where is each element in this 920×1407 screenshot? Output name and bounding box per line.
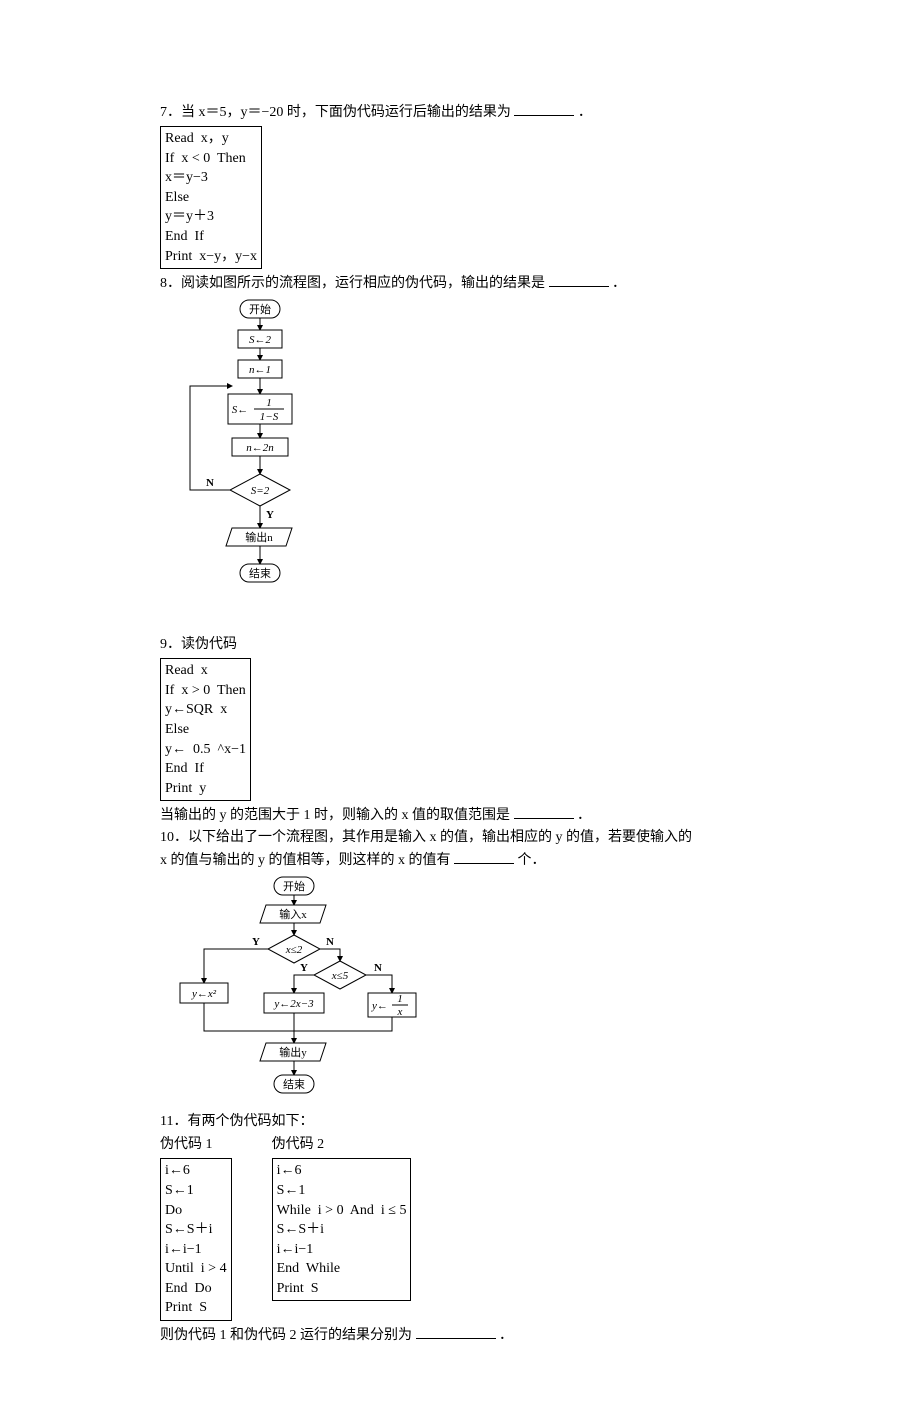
text: 当输出的 y 的范围大于 1 时，则输入的 x 值的取值范围是 [160,808,510,823]
svg-text:输出n: 输出n [245,530,273,544]
svg-text:Y: Y [300,962,308,974]
q10-prompt-b: x 的值与输出的 y 的值相等，则这样的 x 的值有 个． [160,849,760,871]
q7-blank[interactable] [514,101,574,116]
text: x 的值与输出的 y 的值相等，则这样的 x 的值有 [160,853,451,868]
text: 7．当 x＝5，y＝−20 时，下面伪代码运行后输出的结果为 [160,105,511,120]
svg-text:S←: S← [232,404,249,416]
svg-text:N: N [374,962,382,974]
svg-text:开始: 开始 [283,879,305,893]
q11-h1: 伪代码 1 [160,1134,232,1155]
q7-prompt: 7．当 x＝5，y＝−20 时，下面伪代码运行后输出的结果为 ． [160,101,760,123]
svg-text:S=2: S=2 [251,485,270,497]
svg-text:y←2x−3: y←2x−3 [273,998,314,1010]
q9-title: 9．读伪代码 [160,634,760,655]
q11-blank[interactable] [416,1324,496,1339]
svg-text:N: N [326,936,334,948]
q8-flowchart: 开始 S←2 n←1 S← 1 1−S n←2n S=2 N Y 输出n [170,298,760,628]
svg-text:1: 1 [397,993,403,1005]
q11-title: 11．有两个伪代码如下： [160,1111,760,1132]
svg-text:结束: 结束 [283,1078,305,1091]
svg-text:n←1: n←1 [249,364,271,376]
q11-prompt: 则伪代码 1 和伪代码 2 运行的结果分别为 ． [160,1324,760,1346]
q9-blank[interactable] [514,804,574,819]
q7-codebox: Read x，y If x < 0 Then x＝y−3 Else y＝y＋3 … [160,126,262,269]
svg-text:输出y: 输出y [279,1045,307,1059]
q10-flowchart: 开始 输入x x≤2 Y y←x² N x≤5 Y y←2x−3 N y← 1 … [170,875,760,1105]
q11-col1: 伪代码 1 i←6 S←1 Do S←S＋i i←i−1 Until i > 4… [160,1133,232,1323]
text: ． [578,105,592,120]
text: ． [612,276,626,291]
svg-text:S←2: S←2 [249,334,272,346]
text: ． [499,1328,513,1343]
svg-text:y←: y← [371,1000,388,1012]
text: 8．阅读如图所示的流程图，运行相应的伪代码，输出的结果是 [160,276,545,291]
q9-codebox: Read x If x > 0 Then y←SQR x Else y← 0.5… [160,658,251,801]
q11-code1: i←6 S←1 Do S←S＋i i←i−1 Until i > 4 End D… [160,1158,232,1321]
svg-text:y←x²: y←x² [191,988,217,1000]
svg-text:x≤2: x≤2 [285,944,303,956]
q11-code2: i←6 S←1 While i > 0 And i ≤ 5 S←S＋i i←i−… [272,1158,412,1301]
svg-text:N: N [206,477,214,489]
q8-blank[interactable] [549,272,609,287]
text: 则伪代码 1 和伪代码 2 运行的结果分别为 [160,1328,412,1343]
svg-text:开始: 开始 [249,302,271,316]
text: ． [577,808,591,823]
svg-text:输入x: 输入x [279,907,307,921]
text: 个． [518,853,546,868]
q10-blank[interactable] [454,849,514,864]
svg-text:1−S: 1−S [260,411,279,423]
svg-text:结束: 结束 [249,567,271,580]
q11-h2: 伪代码 2 [272,1134,412,1155]
q8-prompt: 8．阅读如图所示的流程图，运行相应的伪代码，输出的结果是 ． [160,272,760,294]
q9-prompt: 当输出的 y 的范围大于 1 时，则输入的 x 值的取值范围是 ． [160,804,760,826]
q11-row: 伪代码 1 i←6 S←1 Do S←S＋i i←i−1 Until i > 4… [160,1133,760,1323]
svg-text:n←2n: n←2n [246,442,274,454]
svg-text:Y: Y [252,936,260,948]
svg-text:1: 1 [266,397,272,409]
svg-text:x≤5: x≤5 [331,970,349,982]
svg-text:x: x [397,1006,403,1018]
q11-col2: 伪代码 2 i←6 S←1 While i > 0 And i ≤ 5 S←S＋… [272,1133,412,1303]
svg-text:Y: Y [266,509,274,521]
q10-prompt-a: 10．以下给出了一个流程图，其作用是输入 x 的值，输出相应的 y 的值，若要使… [160,827,760,848]
